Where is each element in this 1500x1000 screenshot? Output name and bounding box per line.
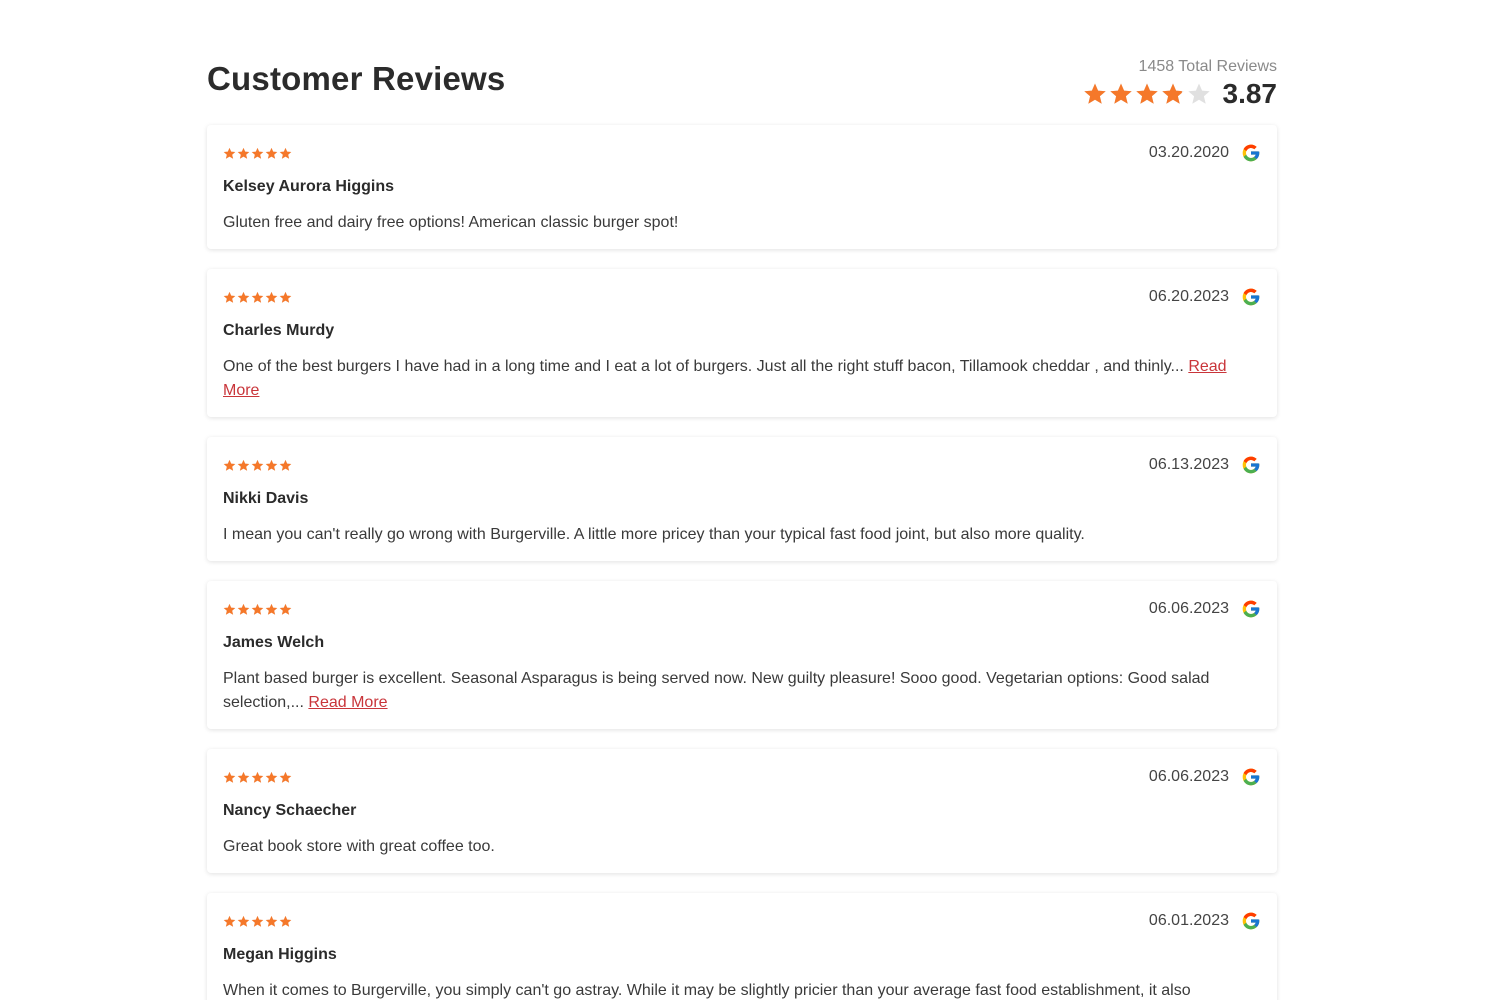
review-meta: 06.06.2023 — [1149, 599, 1261, 619]
star-icon — [1161, 83, 1184, 104]
rating-summary: 1458 Total Reviews 3.87 — [977, 58, 1277, 110]
review-meta: 06.01.2023 — [1149, 911, 1261, 931]
star-icon — [237, 771, 250, 783]
average-rating-value: 3.87 — [1222, 78, 1278, 109]
google-icon — [1242, 456, 1260, 474]
star-icon — [265, 459, 278, 471]
review-card: 06.20.2023 Charles Murdy One of the best b… — [207, 269, 1277, 417]
star-icon — [251, 147, 264, 159]
reviewer-name: Charles Murdy — [223, 322, 335, 339]
review-text: I mean you can't really go wrong with Bu… — [223, 523, 1261, 547]
star-icon — [265, 915, 278, 927]
google-icon — [1242, 768, 1260, 786]
star-icon — [223, 915, 236, 927]
star-icon — [251, 915, 264, 927]
star-icon — [251, 771, 264, 783]
star-icon — [1187, 83, 1210, 104]
reviewer-name: Kelsey Aurora Higgins — [223, 178, 395, 195]
reviewer-name: Nancy Schaecher — [223, 802, 357, 819]
review-text: One of the best burgers I have had in a … — [223, 355, 1261, 403]
star-icon — [237, 291, 250, 303]
review-date: 06.06.2023 — [1148, 768, 1229, 785]
reviewer-name: James Welch — [223, 634, 325, 651]
google-icon — [1242, 144, 1260, 162]
star-icon — [265, 291, 278, 303]
review-text: Great book store with great coffee too. — [223, 835, 1261, 859]
review-text: When it comes to Burgerville, you simply… — [223, 979, 1261, 1000]
star-icon — [251, 291, 264, 303]
review-stars — [223, 459, 292, 472]
page-title: Customer Reviews — [207, 60, 506, 97]
review-date: 03.20.2020 — [1148, 144, 1229, 161]
review-date: 06.20.2023 — [1148, 288, 1229, 305]
review-card-header: 06.06.2023 — [223, 767, 1261, 787]
star-icon — [279, 459, 292, 471]
star-icon — [223, 459, 236, 471]
review-body: One of the best burgers I have had in a … — [223, 358, 1184, 375]
review-card-header: 06.13.2023 — [223, 455, 1261, 475]
star-icon — [1083, 83, 1106, 104]
read-more-link[interactable]: Read More — [308, 694, 387, 711]
star-icon — [1109, 83, 1132, 104]
star-icon — [237, 603, 250, 615]
review-stars — [223, 771, 292, 784]
reviewer-name: Nikki Davis — [223, 490, 309, 507]
star-icon — [251, 603, 264, 615]
review-stars — [223, 291, 292, 304]
google-icon — [1242, 912, 1260, 930]
review-card: 06.06.2023 James Welch Plant based burger … — [207, 581, 1277, 729]
star-icon — [223, 291, 236, 303]
review-body: I mean you can't really go wrong with Bu… — [223, 526, 1085, 543]
star-icon — [265, 771, 278, 783]
review-card: 06.06.2023 Nancy Schaecher Great book stor… — [207, 749, 1277, 873]
review-meta: 03.20.2020 — [1149, 143, 1261, 163]
star-icon — [223, 603, 236, 615]
review-meta: 06.20.2023 — [1149, 287, 1261, 307]
star-icon — [279, 147, 292, 159]
review-stars — [223, 147, 292, 160]
google-icon — [1242, 288, 1260, 306]
review-body: When it comes to Burgerville, you simply… — [223, 982, 1191, 999]
star-icon — [223, 147, 236, 159]
review-card: 06.01.2023 Megan Higgins When it comes to … — [207, 893, 1277, 1000]
review-body: Gluten free and dairy free options! Amer… — [223, 214, 679, 231]
review-date: 06.01.2023 — [1148, 912, 1229, 929]
star-icon — [279, 291, 292, 303]
star-icon — [279, 771, 292, 783]
total-reviews-count: 1458 Total Reviews — [1138, 58, 1277, 75]
review-date: 06.13.2023 — [1148, 456, 1229, 473]
review-text: Plant based burger is excellent. Seasona… — [223, 667, 1261, 715]
star-icon — [223, 771, 236, 783]
review-meta: 06.06.2023 — [1149, 767, 1261, 787]
star-icon — [279, 603, 292, 615]
review-card: 03.20.2020 Kelsey Aurora Higgins Gluten fr… — [207, 125, 1277, 249]
average-rating-stars — [1083, 82, 1211, 106]
star-icon — [251, 459, 264, 471]
review-card-header: 06.06.2023 — [223, 599, 1261, 619]
star-icon — [237, 459, 250, 471]
review-text: Gluten free and dairy free options! Amer… — [223, 211, 1261, 235]
star-icon — [279, 915, 292, 927]
review-card-header: 03.20.2020 — [223, 143, 1261, 163]
star-icon — [237, 147, 250, 159]
review-card: 06.13.2023 Nikki Davis I mean you can't re… — [207, 437, 1277, 561]
star-icon — [265, 603, 278, 615]
review-body: Great book store with great coffee too. — [223, 838, 495, 855]
review-stars — [223, 603, 292, 616]
review-stars — [223, 915, 292, 928]
review-card-header: 06.01.2023 — [223, 911, 1261, 931]
review-date: 06.06.2023 — [1148, 600, 1229, 617]
reviews-list: 03.20.2020 Kelsey Aurora Higgins Gluten fr… — [207, 125, 1277, 1000]
review-meta: 06.13.2023 — [1149, 455, 1261, 475]
star-icon — [237, 915, 250, 927]
review-card-header: 06.20.2023 — [223, 287, 1261, 307]
star-icon — [265, 147, 278, 159]
google-icon — [1242, 600, 1260, 618]
star-icon — [1135, 83, 1158, 104]
reviewer-name: Megan Higgins — [223, 946, 337, 963]
